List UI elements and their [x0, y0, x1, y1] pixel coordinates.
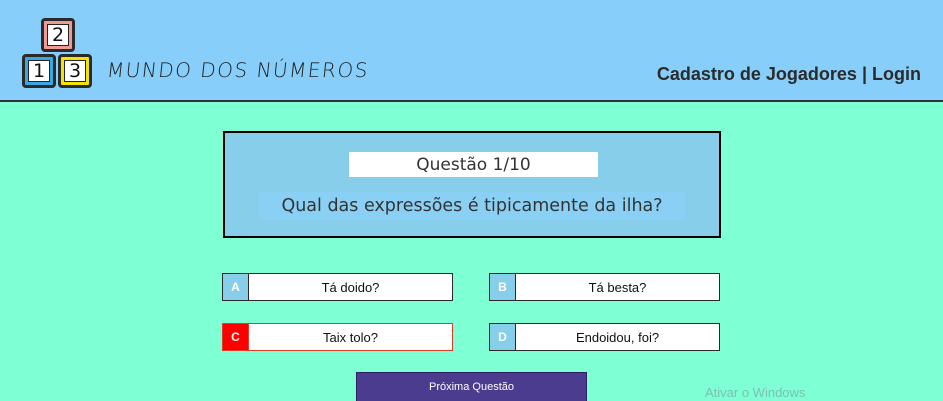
logo[interactable]: 2 1 3	[0, 0, 100, 100]
site-header: 2 1 3 MUNDO DOS NÚMEROS Cadastro de Joga…	[0, 0, 943, 102]
question-text: Qual das expressões é tipicamente da ilh…	[259, 192, 685, 220]
register-link[interactable]: Cadastro de Jogadores	[657, 64, 857, 84]
logo-block-3: 3	[58, 54, 92, 88]
answer-letter: C	[223, 324, 249, 350]
brand-title: MUNDO DOS NÚMEROS	[105, 58, 371, 82]
nav-separator: |	[861, 64, 867, 84]
answer-option-d[interactable]: D Endoidou, foi?	[489, 323, 720, 351]
answer-label: Taix tolo?	[323, 329, 378, 345]
answer-option-b[interactable]: B Tá besta?	[489, 273, 720, 301]
answer-label: Endoidou, foi?	[575, 329, 660, 345]
answer-letter: D	[490, 324, 516, 350]
logo-block-1: 1	[22, 54, 56, 88]
answer-label: Tá besta?	[588, 279, 647, 295]
question-counter: Questão 1/10	[349, 152, 598, 177]
question-box: Questão 1/10 Qual das expressões é tipic…	[223, 131, 721, 238]
answer-option-c[interactable]: C Taix tolo?	[222, 323, 453, 351]
answer-option-a[interactable]: A Tá doido?	[222, 273, 453, 301]
answer-label: Tá doido?	[321, 279, 380, 295]
login-link[interactable]: Login	[872, 64, 921, 84]
logo-block-2: 2	[41, 18, 75, 52]
answer-letter: A	[223, 274, 249, 300]
answer-letter: B	[490, 274, 516, 300]
windows-activation-watermark: Ativar o Windows	[705, 385, 806, 400]
header-nav: Cadastro de Jogadores | Login	[657, 64, 921, 85]
next-question-button[interactable]: Próxima Questão	[356, 372, 587, 401]
